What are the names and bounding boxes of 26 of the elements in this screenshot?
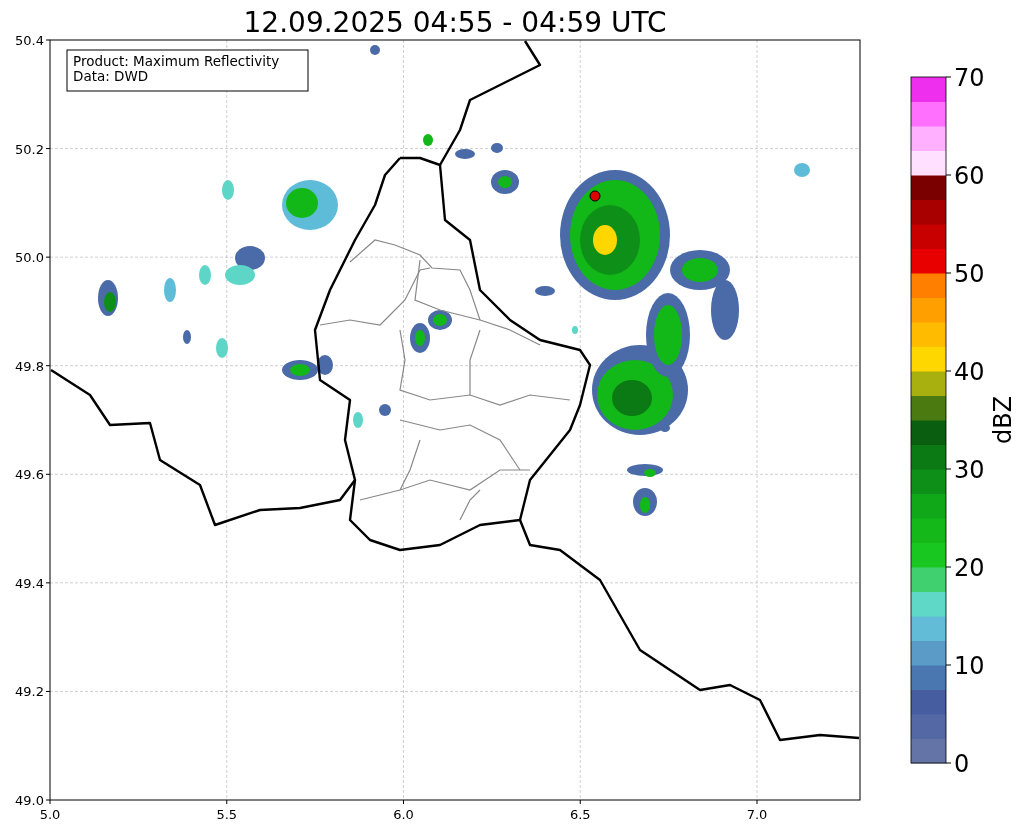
y-axis-tick-label: 50.4 [15, 33, 44, 48]
colorbar-tick-label: 30 [954, 456, 985, 484]
location-marker-icon [589, 190, 601, 202]
colorbar-tick-label: 40 [954, 358, 985, 386]
y-axis-tick-label: 49.0 [15, 793, 44, 808]
x-axis-tick-label: 5.0 [39, 807, 61, 822]
colorbar-tick-label: 50 [954, 260, 985, 288]
x-axis-tick-label: 7.0 [746, 807, 768, 822]
y-axis-tick-label: 49.2 [15, 684, 44, 700]
y-axis-tick-label: 49.4 [15, 575, 44, 591]
colorbar-tick-label: 0 [954, 750, 970, 778]
colorbar-tick-label: 70 [954, 64, 985, 92]
legend-text: Data: DWD [73, 68, 149, 84]
x-axis-tick-label: 5.5 [216, 807, 238, 822]
colorbar-tick-label: 10 [954, 652, 985, 680]
y-axis-tick-label: 50.2 [15, 141, 44, 157]
y-axis-tick-label: 49.8 [15, 358, 44, 374]
colorbar-tick-label: 20 [954, 554, 985, 582]
chart-title: 12.09.2025 04:55 - 04:59 UTC [243, 6, 667, 39]
x-axis-tick-label: 6.5 [569, 807, 591, 822]
x-axis-tick-label: 6.0 [393, 807, 414, 822]
colorbar-tick-label: 60 [954, 162, 985, 190]
legend-text: Product: Maximum Reflectivity [73, 53, 280, 69]
y-axis-tick-label: 50.0 [15, 250, 44, 266]
colorbar-label: dBZ [989, 395, 1017, 445]
y-axis-tick-label: 49.6 [15, 467, 44, 483]
